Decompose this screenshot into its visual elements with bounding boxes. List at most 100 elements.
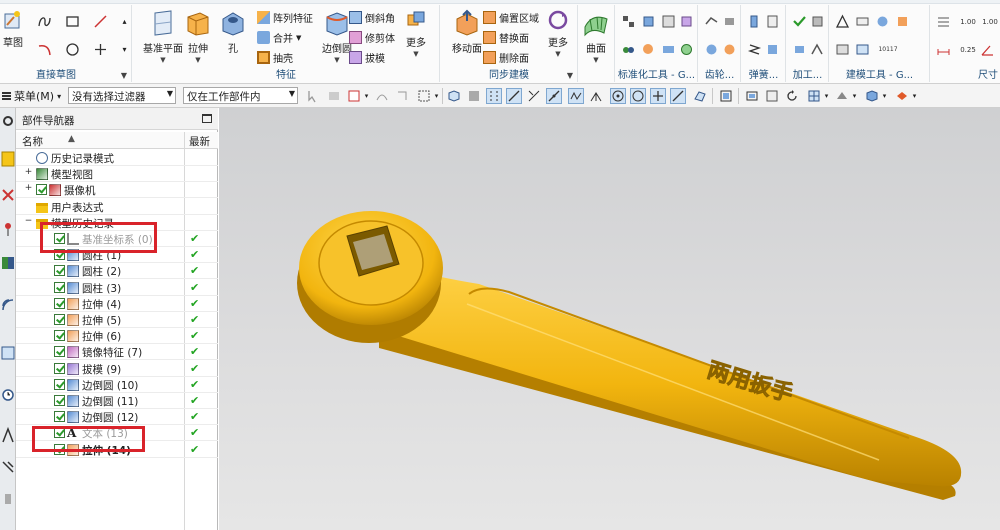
rotate-icon[interactable] <box>784 88 800 104</box>
snap-quadrant-icon[interactable] <box>630 88 646 104</box>
view-cube-icon[interactable] <box>446 88 462 104</box>
shaded-cube-icon[interactable] <box>864 88 880 104</box>
assembly-navigator-tab-icon[interactable] <box>1 186 15 204</box>
visibility-icon[interactable] <box>894 88 910 104</box>
chevron-down-icon[interactable]: ▾ <box>880 88 889 104</box>
wrench-model[interactable]: 两用扳手 <box>219 108 1000 530</box>
visibility-checkbox[interactable] <box>54 362 65 374</box>
dropdown-icon[interactable]: ▼ <box>541 50 575 58</box>
selection-filter-select[interactable]: 没有选择过滤器 ▼ <box>68 87 176 104</box>
wrench-handle[interactable] <box>356 260 962 487</box>
visibility-checkbox[interactable] <box>54 378 65 390</box>
process-studio-tab-icon[interactable] <box>1 426 15 444</box>
dimension-value-icon[interactable]: 1.00 <box>957 13 979 30</box>
dimension-small-icon[interactable]: 0.25 <box>957 41 979 58</box>
marquee-select-icon[interactable] <box>416 88 432 104</box>
triangle-tool-icon[interactable] <box>834 13 851 30</box>
analysis-tool-icon[interactable] <box>874 13 891 30</box>
gear-modeling-icon[interactable] <box>703 13 720 30</box>
web-browser-tab-icon[interactable] <box>1 296 15 314</box>
group-expand-icon[interactable]: ▼ <box>567 71 573 80</box>
snap-perpendicular-icon[interactable] <box>588 88 604 104</box>
constraint-navigator-tab-icon[interactable] <box>1 220 15 238</box>
tree-row[interactable]: 边倒圆 (12) ✔ <box>16 409 218 426</box>
select-point-icon[interactable] <box>394 88 410 104</box>
snap-grid-icon[interactable] <box>486 88 502 104</box>
snap-on-curve-icon[interactable] <box>670 88 686 104</box>
tree-row[interactable]: 边倒圆 (10) ✔ <box>16 377 218 393</box>
tree-row[interactable]: 拉伸 (6) ✔ <box>16 328 218 345</box>
line-tool-icon[interactable] <box>92 13 109 30</box>
trim-body-button[interactable]: 修剪体 <box>349 29 395 46</box>
dimension-angle-icon[interactable] <box>979 41 996 58</box>
layer-tool-icon[interactable] <box>834 41 851 58</box>
sort-up-icon[interactable]: ▲ <box>68 134 75 144</box>
replace-face-button[interactable]: 替换面 <box>483 29 529 46</box>
select-face-icon[interactable] <box>346 88 362 104</box>
snap-center-icon[interactable] <box>610 88 626 104</box>
dimension-tol-icon[interactable]: 1.00 <box>979 13 1000 30</box>
column-header-latest[interactable]: 最新 <box>189 134 210 149</box>
dimension-linear-icon[interactable] <box>935 41 952 58</box>
machining-path-icon[interactable] <box>809 41 826 58</box>
tree-row[interactable]: + 模型视图 <box>16 166 218 183</box>
machining-tool-icon[interactable] <box>809 13 826 30</box>
point-tool-icon[interactable] <box>92 41 109 58</box>
measure-tool-icon[interactable] <box>854 13 871 30</box>
expand-icon[interactable]: + <box>24 168 33 177</box>
graphics-viewport[interactable]: 两用扳手 <box>219 108 1000 530</box>
rendering-style-icon[interactable] <box>834 88 850 104</box>
spring-cylinder-icon[interactable] <box>746 13 763 30</box>
gc-attr-icon[interactable] <box>660 41 677 58</box>
dropdown-icon[interactable]: ▼ <box>579 56 613 64</box>
history-tab-icon[interactable] <box>1 344 15 362</box>
gc-link-icon[interactable] <box>620 41 637 58</box>
chevron-down-icon[interactable]: ▾ <box>910 88 919 104</box>
circle-tool-icon[interactable] <box>64 41 81 58</box>
view-fit-icon[interactable] <box>718 88 734 104</box>
offset-region-button[interactable]: 偏置区域 <box>483 9 539 26</box>
visibility-checkbox[interactable] <box>54 297 65 309</box>
pattern-feature-button[interactable]: 阵列特征 <box>257 9 313 26</box>
sketch-more-icon[interactable]: ▴ <box>116 13 133 30</box>
gear-mesh-icon[interactable] <box>721 41 738 58</box>
profile-tool-icon[interactable] <box>36 13 53 30</box>
tree-row[interactable]: 历史记录模式 <box>16 150 218 166</box>
sketch-more-down-icon[interactable]: ▾ <box>116 41 133 58</box>
number-tool-icon[interactable]: 10117 <box>874 41 902 58</box>
tree-row[interactable]: 拉伸 (5) ✔ <box>16 312 218 328</box>
chevron-down-icon[interactable]: ▾ <box>432 88 441 104</box>
snap-line-icon[interactable] <box>506 88 522 104</box>
gc-view-icon[interactable] <box>678 41 695 58</box>
visibility-checkbox[interactable] <box>36 184 47 196</box>
machining-op-icon[interactable] <box>791 41 808 58</box>
snap-existing-point-icon[interactable] <box>650 88 666 104</box>
group-expand-icon[interactable]: ▼ <box>121 71 127 80</box>
selection-scope-select[interactable]: 仅在工作部件内 ▼ <box>183 87 298 104</box>
expand-icon[interactable]: + <box>24 184 33 193</box>
spring-compress-icon[interactable] <box>746 41 763 58</box>
snap-intersection-icon[interactable] <box>526 88 542 104</box>
collapse-icon[interactable]: − <box>24 216 33 226</box>
tree-row[interactable]: 镜像特征 (7) ✔ <box>16 344 218 361</box>
visibility-checkbox[interactable] <box>54 395 65 406</box>
orient-view-icon[interactable] <box>806 88 822 104</box>
tree-row[interactable]: 圆柱 (2) ✔ <box>16 263 218 280</box>
dropdown-icon[interactable]: ▼ <box>397 50 435 58</box>
tree-row[interactable]: 用户表达式 <box>16 199 218 215</box>
visibility-checkbox[interactable] <box>54 281 65 293</box>
tree-row[interactable]: 拔模 (9) ✔ <box>16 361 218 377</box>
roles-tab-icon[interactable] <box>1 458 15 476</box>
part-navigator-tab-icon[interactable] <box>1 150 15 168</box>
gc-check-icon[interactable] <box>640 41 657 58</box>
visibility-checkbox[interactable] <box>54 346 65 358</box>
gc-table-icon[interactable] <box>660 13 677 30</box>
column-header-name[interactable]: 名称 <box>22 134 43 149</box>
draft-button[interactable]: 拔模 <box>349 49 385 66</box>
tree-row[interactable]: 边倒圆 (11) ✔ <box>16 393 218 409</box>
tree-row[interactable]: 圆柱 (3) ✔ <box>16 280 218 296</box>
clock-icon[interactable] <box>1 386 15 404</box>
visibility-checkbox[interactable] <box>54 314 65 325</box>
snap-on-face-icon[interactable] <box>692 88 708 104</box>
chamfer-button[interactable]: 倒斜角 <box>349 9 395 26</box>
